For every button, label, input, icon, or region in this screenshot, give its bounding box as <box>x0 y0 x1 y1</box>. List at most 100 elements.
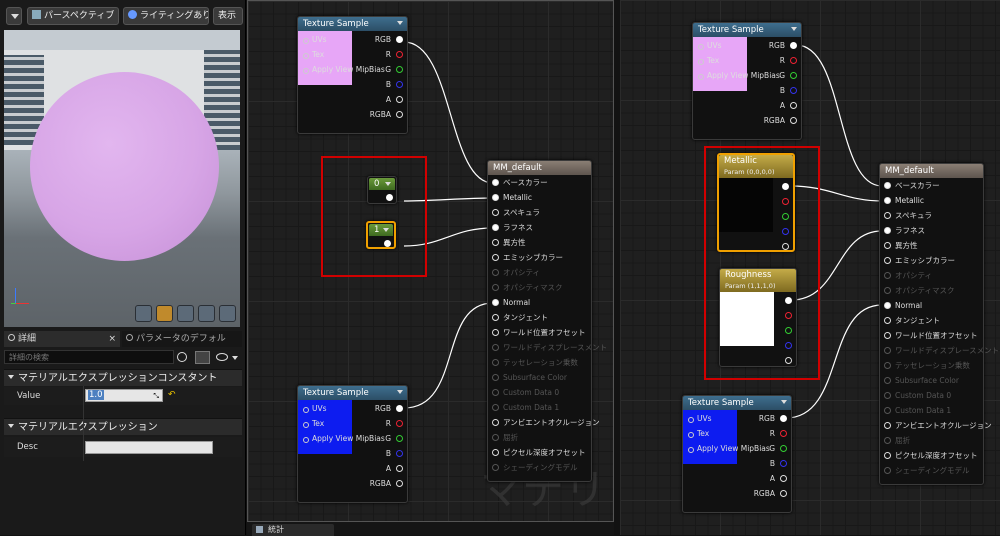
input-pin-icon[interactable] <box>492 419 499 426</box>
input-pin-icon[interactable] <box>688 447 694 453</box>
input-pin-icon[interactable] <box>492 269 499 276</box>
custom-mesh-preview-icon[interactable] <box>219 305 236 322</box>
sphere-preview-icon[interactable] <box>156 305 173 322</box>
input-pin-icon[interactable] <box>698 44 704 50</box>
output-pin-icon[interactable] <box>780 415 787 422</box>
input-pin-icon[interactable] <box>492 224 499 231</box>
input-pin-icon[interactable] <box>698 59 704 65</box>
input-pin-icon[interactable] <box>492 314 499 321</box>
output-pin-icon[interactable] <box>396 81 403 88</box>
output-pin-icon[interactable] <box>780 445 787 452</box>
output-pin-icon[interactable] <box>780 430 787 437</box>
input-pin-icon[interactable] <box>884 437 891 444</box>
lighting-mode-button[interactable]: ライティングあり <box>123 7 209 25</box>
node-header[interactable]: Texture Sample <box>298 17 407 31</box>
input-pin-icon[interactable] <box>492 239 499 246</box>
output-pin-icon[interactable] <box>396 36 403 43</box>
input-pin-icon[interactable] <box>688 417 694 423</box>
input-pin-icon[interactable] <box>698 74 704 80</box>
texture-sample-node-bottom-after[interactable]: Texture Sample UVs Tex Apply View MipBias RG… <box>682 395 792 513</box>
input-pin-icon[interactable] <box>884 422 891 429</box>
node-header[interactable]: MM_default <box>488 161 591 175</box>
eye-dropdown-icon[interactable] <box>232 356 238 360</box>
close-icon[interactable]: × <box>108 331 116 347</box>
node-header[interactable]: Texture Sample <box>683 396 791 410</box>
input-pin-icon[interactable] <box>884 212 891 219</box>
output-pin-icon[interactable] <box>780 460 787 467</box>
input-pin-icon[interactable] <box>492 359 499 366</box>
output-pin-icon[interactable] <box>396 465 403 472</box>
input-pin-icon[interactable] <box>492 389 499 396</box>
texture-sample-node-top-before[interactable]: Texture Sample UVs Tex Apply View MipBias RG… <box>297 16 408 134</box>
input-pin-icon[interactable] <box>884 227 891 234</box>
input-pin-icon[interactable] <box>884 242 891 249</box>
output-pin-icon[interactable] <box>396 480 403 487</box>
input-pin-icon[interactable] <box>884 332 891 339</box>
collapse-icon[interactable] <box>791 27 797 31</box>
output-pin-icon[interactable] <box>790 57 797 64</box>
output-pin-icon[interactable] <box>790 87 797 94</box>
value-input[interactable]: 1.0 ⤡ <box>85 389 163 402</box>
perspective-button[interactable]: パースペクティブ <box>27 7 119 25</box>
output-pin-icon[interactable] <box>780 475 787 482</box>
input-pin-icon[interactable] <box>492 254 499 261</box>
input-pin-icon[interactable] <box>884 362 891 369</box>
collapse-icon[interactable] <box>781 400 787 404</box>
grid-view-icon[interactable] <box>195 351 210 364</box>
input-pin-icon[interactable] <box>884 287 891 294</box>
input-pin-icon[interactable] <box>492 374 499 381</box>
desc-input[interactable] <box>85 441 213 454</box>
input-pin-icon[interactable] <box>884 347 891 354</box>
input-pin-icon[interactable] <box>492 299 499 306</box>
output-pin-icon[interactable] <box>780 490 787 497</box>
section-header-expression[interactable]: マテリアルエクスプレッション <box>4 418 242 435</box>
plane-preview-icon[interactable] <box>177 305 194 322</box>
output-pin-icon[interactable] <box>396 96 403 103</box>
texture-sample-node-top-after[interactable]: Texture Sample UVs Tex Apply View MipBias RG… <box>692 22 802 140</box>
tab-details[interactable]: 詳細 × <box>4 331 120 347</box>
node-header[interactable]: Texture Sample <box>693 23 801 37</box>
input-pin-icon[interactable] <box>492 284 499 291</box>
node-header[interactable]: MM_default <box>880 164 983 178</box>
output-pin-icon[interactable] <box>790 42 797 49</box>
input-pin-icon[interactable] <box>303 407 309 413</box>
material-result-node-after[interactable]: MM_default ベースカラー Metallic スペキュラ ラフネス 異方性 エミッシ… <box>879 163 999 485</box>
input-pin-icon[interactable] <box>884 392 891 399</box>
search-icon[interactable] <box>177 352 187 362</box>
input-pin-icon[interactable] <box>884 407 891 414</box>
input-pin-icon[interactable] <box>303 38 309 44</box>
drag-arrow-icon[interactable]: ⤡ <box>153 392 159 401</box>
input-pin-icon[interactable] <box>492 344 499 351</box>
input-pin-icon[interactable] <box>492 464 499 471</box>
output-pin-icon[interactable] <box>396 420 403 427</box>
material-result-node-before[interactable]: MM_default ベースカラー Metallic スペキュラ ラフネス 異方性 エミッシ… <box>487 160 607 482</box>
input-pin-icon[interactable] <box>884 197 891 204</box>
input-pin-icon[interactable] <box>303 53 309 59</box>
output-pin-icon[interactable] <box>790 117 797 124</box>
tab-stats[interactable]: 統計 <box>252 524 334 536</box>
input-pin-icon[interactable] <box>492 434 499 441</box>
eye-icon[interactable] <box>216 353 228 361</box>
input-pin-icon[interactable] <box>492 194 499 201</box>
input-pin-icon[interactable] <box>884 182 891 189</box>
input-pin-icon[interactable] <box>884 452 891 459</box>
input-pin-icon[interactable] <box>492 449 499 456</box>
input-pin-icon[interactable] <box>884 317 891 324</box>
output-pin-icon[interactable] <box>790 102 797 109</box>
reset-to-default-icon[interactable]: ↶ <box>168 390 176 400</box>
input-pin-icon[interactable] <box>884 467 891 474</box>
viewport-menu-button[interactable] <box>6 7 22 25</box>
section-header-constant[interactable]: マテリアルエクスプレッションコンスタント <box>4 369 242 386</box>
input-pin-icon[interactable] <box>884 272 891 279</box>
node-header[interactable]: Texture Sample <box>298 386 407 400</box>
cube-preview-icon[interactable] <box>198 305 215 322</box>
input-pin-icon[interactable] <box>884 377 891 384</box>
collapse-icon[interactable] <box>397 390 403 394</box>
input-pin-icon[interactable] <box>884 302 891 309</box>
show-button[interactable]: 表示 <box>213 7 243 25</box>
input-pin-icon[interactable] <box>492 209 499 216</box>
output-pin-icon[interactable] <box>396 51 403 58</box>
output-pin-icon[interactable] <box>396 111 403 118</box>
input-pin-icon[interactable] <box>884 257 891 264</box>
tab-parameter-defaults[interactable]: パラメータのデフォル <box>122 331 242 347</box>
